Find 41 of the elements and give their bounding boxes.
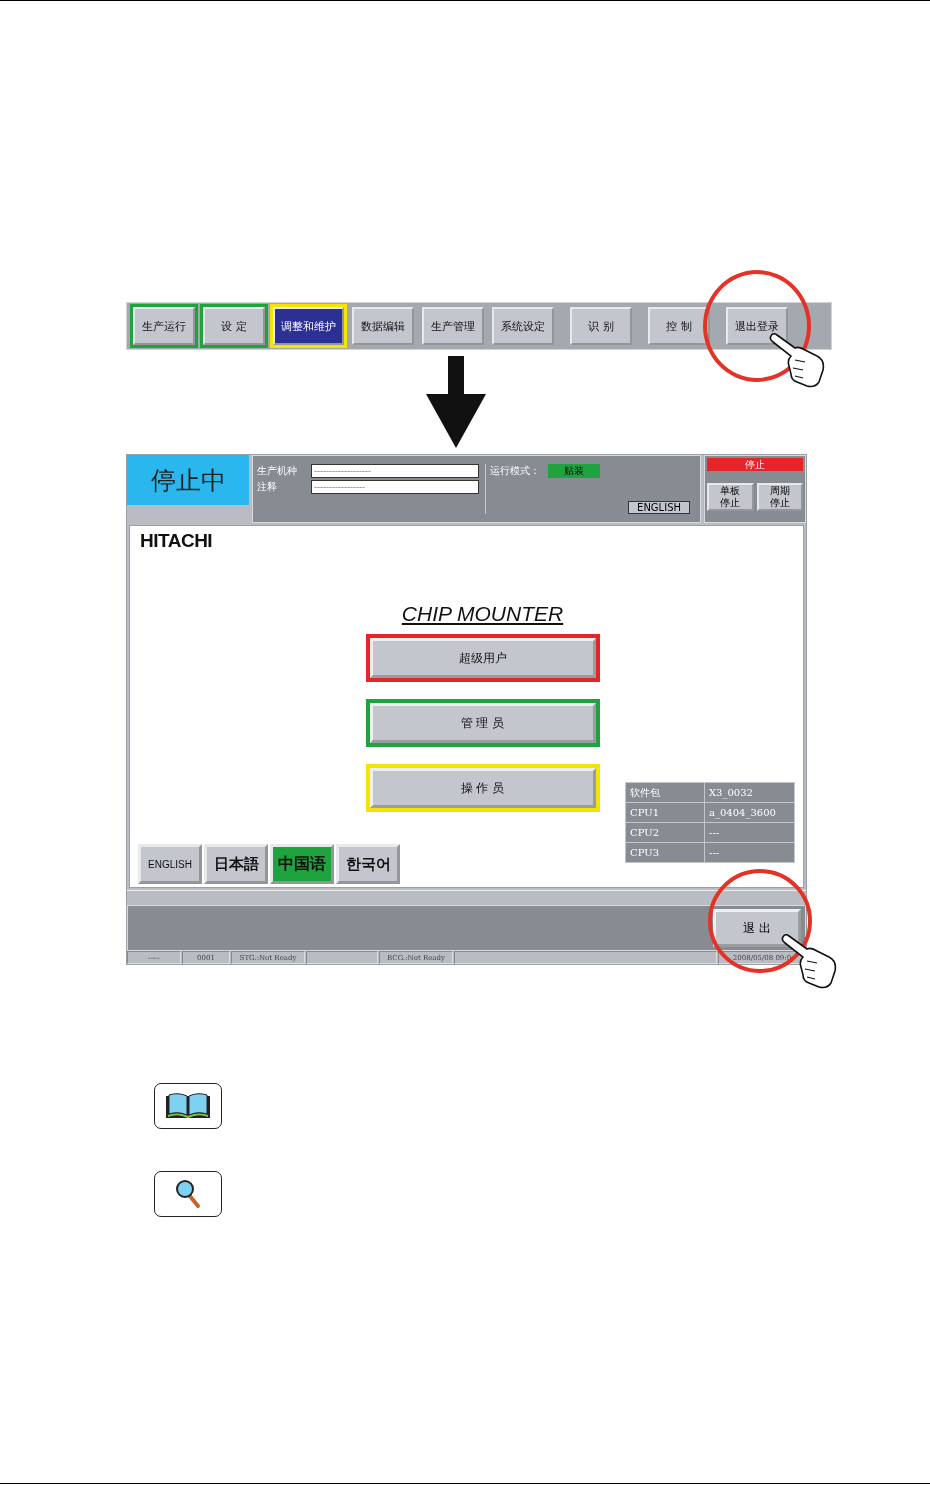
table-cell: CPU2 (626, 823, 704, 842)
toolbar-button[interactable]: 数据编辑 (352, 307, 414, 345)
toolbar-button[interactable]: 识 别 (570, 307, 632, 345)
language-button[interactable]: ENGLISH (628, 501, 690, 514)
table-cell: 软件包 (626, 783, 704, 802)
table-cell: --- (705, 843, 794, 862)
mode-label: 运行模式： (490, 464, 540, 478)
book-icon (164, 1092, 212, 1120)
logo: HITACHI (140, 530, 213, 552)
field-label: 注释 (257, 480, 278, 494)
toolbar-button[interactable]: 设 定 (203, 307, 265, 345)
language-button[interactable]: 日本語 (204, 844, 268, 884)
exit-button[interactable]: 退 出 (713, 909, 801, 947)
stop-title: 停止 (707, 458, 803, 471)
input-field[interactable]: ------------------- (311, 464, 479, 478)
language-button[interactable]: 한국어 (336, 844, 400, 884)
stop-button[interactable]: 单板停止 (707, 482, 754, 511)
table-cell: CPU1 (626, 803, 704, 822)
toolbar-button[interactable]: 退出登录 (726, 307, 788, 345)
table-cell: --- (705, 823, 794, 842)
down-arrow-icon (426, 356, 486, 448)
search-icon (174, 1179, 202, 1209)
table-cell: a_0404_3600 (705, 803, 794, 822)
field-label: 生产机种 (257, 464, 298, 478)
mode-badge: 贴装 (548, 464, 600, 478)
table-cell: X3_0032 (705, 783, 794, 802)
login-button[interactable]: 管 理 员 (369, 703, 596, 743)
toolbar-button[interactable]: 生产管理 (422, 307, 484, 345)
toolbar-button[interactable]: 系统设定 (492, 307, 554, 345)
language-button[interactable]: 中国语 (270, 844, 334, 884)
login-button[interactable]: 超级用户 (369, 638, 596, 678)
stop-button[interactable]: 周期停止 (756, 482, 803, 511)
toolbar-button[interactable]: 控 制 (648, 307, 710, 345)
app-title: CHIP MOUNTER (401, 602, 564, 626)
table-cell: CPU3 (626, 843, 704, 862)
machine-status: 停止中 (127, 455, 249, 505)
login-button[interactable]: 操 作 员 (369, 768, 596, 808)
language-button[interactable]: ENGLISH (138, 844, 202, 884)
input-field[interactable]: ----------------- (311, 480, 479, 494)
toolbar-button[interactable]: 生产运行 (133, 307, 195, 345)
toolbar-button[interactable]: 调整和维护 (273, 307, 344, 345)
